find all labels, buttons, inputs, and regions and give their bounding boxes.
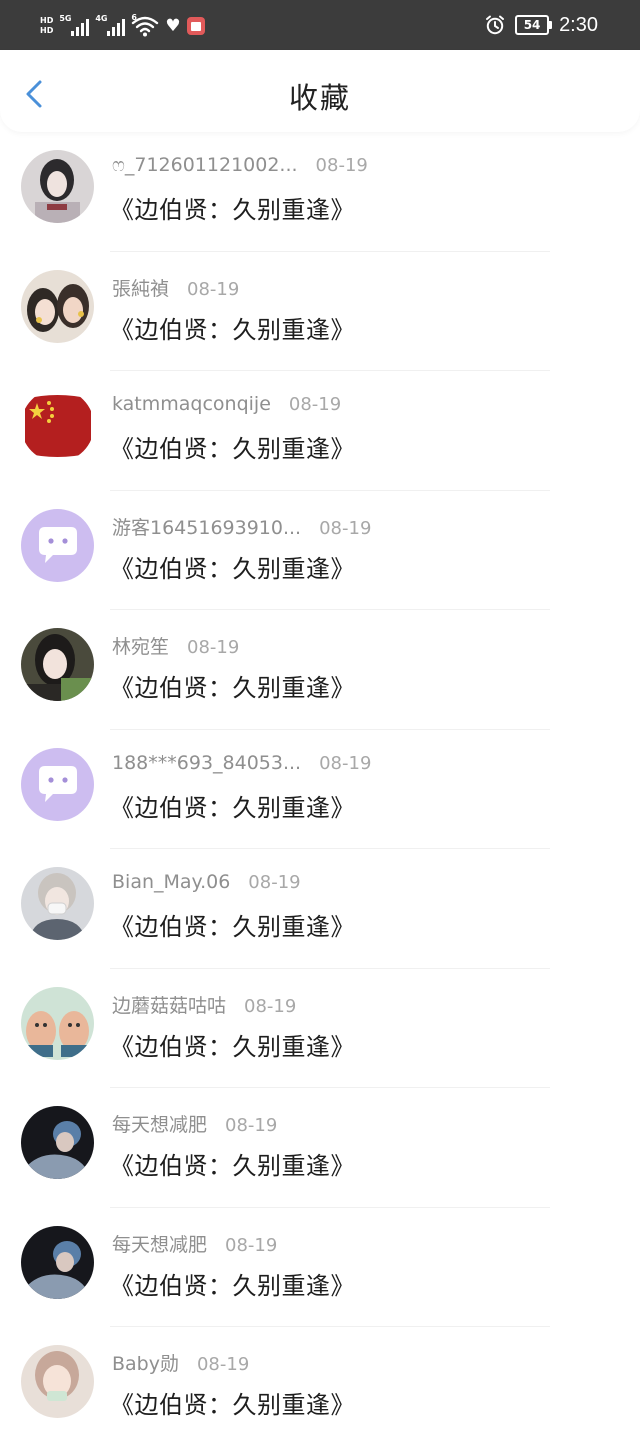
page-title: 收藏 [288, 81, 351, 115]
user-name[interactable]: 每天想减肥 [112, 1230, 207, 1257]
list-item[interactable]: 張純禎 08-19 《边伯贤：久别重逢》 [0, 252, 640, 371]
user-name[interactable]: Baby勋 [112, 1349, 179, 1376]
work-title[interactable]: 《边伯贤：久别重逢》 [110, 668, 355, 703]
item-meta: 游客16451693910... 08-19 [112, 513, 371, 540]
item-meta: 張純禎 08-19 [112, 274, 239, 301]
item-date: 08-19 [187, 637, 240, 658]
item-date: 08-19 [248, 872, 301, 893]
item-date: 08-19 [225, 1234, 278, 1256]
avatar[interactable] [21, 150, 94, 223]
list-item[interactable]: 边蘑菇菇咕咕 08-19 《边伯贤：久别重逢》 [0, 969, 640, 1088]
work-title[interactable]: 《边伯贤：久别重逢》 [110, 429, 355, 464]
item-date: 08-19 [319, 752, 372, 774]
avatar[interactable] [21, 508, 94, 582]
item-date: 08-19 [315, 155, 368, 176]
wifi-badge-label: 6 [131, 13, 137, 22]
signal-icon: 5G [59, 14, 90, 36]
network-type-label: 5G [59, 14, 72, 23]
avatar[interactable] [21, 867, 94, 940]
item-meta: 188***693_84053... 08-19 [112, 752, 371, 774]
item-date: 08-19 [288, 394, 342, 415]
list-item[interactable]: Baby勋 08-19 《边伯贤：久别重逢》 [0, 1327, 640, 1447]
status-right: 54 2:30 [485, 12, 598, 38]
item-meta: Bian_May.06 08-19 [112, 871, 301, 893]
wifi-icon: 6 [131, 13, 159, 37]
list-item[interactable]: ෆ_712601121002... 08-19 《边伯贤：久别重逢》 [0, 132, 640, 252]
list-item[interactable]: 每天想减肥 08-19 《边伯贤：久别重逢》 [0, 1208, 640, 1327]
work-title[interactable]: 《边伯贤：久别重逢》 [110, 1385, 355, 1420]
user-name[interactable]: 游客16451693910... [112, 513, 301, 540]
list-item[interactable]: katmmaqconqije 08-19 《边伯贤：久别重逢》 [0, 371, 640, 491]
network-type-label-secondary: 4G [95, 14, 108, 23]
hd-label-top: HD [40, 16, 54, 25]
app-notification-icon [186, 17, 205, 35]
work-title[interactable]: 《边伯贤：久别重逢》 [110, 549, 355, 584]
hd-label-bottom: HD [40, 26, 54, 35]
item-meta: Baby勋 08-19 [112, 1349, 249, 1376]
list-item[interactable]: 每天想减肥 08-19 《边伯贤：久别重逢》 [0, 1088, 640, 1208]
item-meta: 每天想减肥 08-19 [112, 1110, 277, 1137]
avatar[interactable] [21, 1225, 94, 1299]
item-date: 08-19 [225, 1115, 278, 1136]
user-name[interactable]: 張純禎 [112, 274, 169, 301]
avatar[interactable] [21, 986, 94, 1060]
avatar[interactable] [21, 628, 94, 701]
item-date: 08-19 [196, 1354, 250, 1375]
battery-indicator: 54 [515, 15, 553, 35]
item-date: 08-19 [244, 995, 297, 1017]
health-heart-icon: ♥ [165, 16, 181, 36]
status-time: 2:30 [559, 13, 598, 36]
avatar[interactable] [21, 1345, 94, 1418]
user-name[interactable]: 边蘑菇菇咕咕 [112, 991, 226, 1018]
item-meta: 边蘑菇菇咕咕 08-19 [112, 991, 296, 1018]
status-left: HD HD 5G 4G 6 ♥ [40, 13, 205, 38]
user-name[interactable]: 188***693_84053... [112, 752, 301, 774]
alarm-clock-icon [486, 15, 505, 35]
top-app-bar: 收藏 [0, 50, 640, 132]
work-title[interactable]: 《边伯贤：久别重逢》 [110, 1027, 355, 1062]
item-meta: 每天想减肥 08-19 [112, 1230, 277, 1257]
avatar[interactable] [21, 747, 94, 821]
user-name[interactable]: katmmaqconqije [112, 393, 271, 415]
item-date: 08-19 [187, 278, 240, 300]
avatar[interactable] [21, 269, 94, 343]
list-item[interactable]: 188***693_84053... 08-19 《边伯贤：久别重逢》 [0, 730, 640, 849]
status-bar: HD HD 5G 4G 6 ♥ 54 2:30 [0, 0, 640, 50]
default-chat-avatar-icon [21, 747, 94, 821]
work-title[interactable]: 《边伯贤：久别重逢》 [110, 907, 355, 942]
list-item[interactable]: Bian_May.06 08-19 《边伯贤：久别重逢》 [0, 849, 640, 969]
work-title[interactable]: 《边伯贤：久别重逢》 [110, 190, 355, 225]
list-item[interactable]: 林宛笙 08-19 《边伯贤：久别重逢》 [0, 610, 640, 730]
user-name[interactable]: ෆ_712601121002... [112, 154, 298, 176]
work-title[interactable]: 《边伯贤：久别重逢》 [110, 1266, 355, 1301]
avatar[interactable] [21, 1106, 94, 1179]
item-meta: 林宛笙 08-19 [112, 632, 239, 659]
work-title[interactable]: 《边伯贤：久别重逢》 [110, 788, 355, 823]
item-meta: katmmaqconqije 08-19 [112, 393, 341, 415]
item-meta: ෆ_712601121002... 08-19 [112, 154, 368, 176]
user-name[interactable]: 每天想减肥 [112, 1110, 207, 1137]
avatar[interactable] [21, 389, 94, 462]
signal-icon-secondary: 4G [95, 14, 126, 36]
battery-level: 54 [523, 18, 541, 32]
work-title[interactable]: 《边伯贤：久别重逢》 [110, 1146, 355, 1181]
user-name[interactable]: Bian_May.06 [112, 871, 230, 893]
hd-indicator: HD HD [40, 16, 53, 36]
work-title[interactable]: 《边伯贤：久别重逢》 [110, 310, 355, 345]
favorites-list[interactable]: ෆ_712601121002... 08-19 《边伯贤：久别重逢》 張純禎 0… [0, 132, 640, 1447]
default-chat-avatar-icon [21, 508, 94, 582]
user-name[interactable]: 林宛笙 [112, 632, 169, 659]
item-date: 08-19 [319, 517, 372, 539]
list-item[interactable]: 游客16451693910... 08-19 《边伯贤：久别重逢》 [0, 491, 640, 610]
